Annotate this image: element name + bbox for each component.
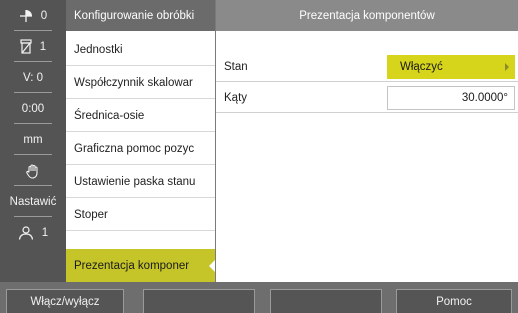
menu-item-scale-factor[interactable]: Współczynnik skalowar [66, 67, 215, 99]
status-feed-value: V: 0 [22, 71, 44, 84]
menu-item-diameter-axes[interactable]: Średnica-osie [66, 100, 215, 132]
param-label-angles: Kąty [224, 92, 248, 104]
settings-menu: Konfigurowanie obróbki Jednostki Współcz… [66, 0, 215, 282]
status-units[interactable]: mm [0, 124, 66, 155]
status-feed[interactable]: V: 0 [0, 62, 66, 93]
datum-axis-icon [19, 9, 33, 23]
status-datum[interactable]: 0 [0, 0, 66, 31]
status-stopwatch-value: 0:00 [21, 102, 45, 115]
content-title: Prezentacja komponentów [216, 0, 518, 31]
menu-item-label: Jednostki [74, 43, 123, 56]
menu-item-label: Prezentacja komponer [74, 259, 190, 272]
help-button[interactable]: Pomoc [396, 289, 512, 313]
menu-item-label: Graficzna pomoc pozyc [74, 142, 195, 155]
menu-item-label: Ustawienie paska stanu [74, 175, 196, 188]
status-tool[interactable]: 1 [0, 31, 66, 62]
menu-item-units[interactable]: Jednostki [66, 34, 215, 66]
status-stopwatch[interactable]: 0:00 [0, 93, 66, 124]
status-mode[interactable]: Nastawić [0, 186, 66, 217]
softkey-label: Pomoc [436, 295, 472, 308]
menu-item-status-bar-settings[interactable]: Ustawienie paska stanu [66, 166, 215, 198]
softkey-label: Włącz/wyłącz [30, 295, 100, 308]
status-bar: 0 1 V: 0 0:00 mm Nastawić 1 [0, 0, 67, 282]
softkey-bar: Włącz/wyłącz Pomoc [0, 282, 518, 313]
softkey-2-button[interactable] [143, 289, 255, 313]
menu-item-label: Współczynnik skalowar [74, 76, 193, 89]
softkey-3-button[interactable] [270, 289, 382, 313]
menu-item-graphic-positioning-aid[interactable]: Graficzna pomoc pozyc [66, 133, 215, 165]
hand-icon [25, 163, 41, 179]
state-select-value: Włączyć [400, 61, 443, 73]
menu-item-label: Stoper [74, 208, 108, 221]
menu-title: Konfigurowanie obróbki [66, 0, 215, 31]
active-pointer-icon [209, 258, 215, 273]
softkey-toggle-button[interactable]: Włącz/wyłącz [6, 289, 124, 313]
param-row-state: Stan Włączyć [216, 53, 518, 82]
state-select[interactable]: Włączyć [387, 55, 515, 79]
status-units-value: mm [23, 133, 43, 146]
param-row-angles: Kąty 30.0000° [216, 84, 518, 113]
angles-input[interactable]: 30.0000° [387, 86, 515, 110]
status-datum-value: 0 [40, 9, 48, 22]
status-user-value: 1 [41, 226, 49, 239]
angles-input-value: 30.0000° [461, 92, 508, 104]
status-user[interactable]: 1 [0, 217, 66, 248]
param-label-state: Stan [224, 61, 248, 73]
menu-item-stopwatch[interactable]: Stoper [66, 199, 215, 231]
status-tool-value: 1 [39, 40, 47, 53]
user-icon [18, 225, 34, 240]
select-arrow-icon [505, 63, 509, 71]
settings-content: Prezentacja komponentów Stan Włączyć Kąt… [216, 0, 518, 282]
tool-icon [20, 39, 32, 54]
menu-item-component-presentation[interactable]: Prezentacja komponer [66, 249, 215, 282]
status-mode-value: Nastawić [9, 195, 57, 208]
menu-item-label: Średnica-osie [74, 109, 145, 122]
screen: 0 1 V: 0 0:00 mm Nastawić 1 Konfigurowan… [0, 0, 518, 313]
status-manual[interactable] [0, 155, 66, 186]
